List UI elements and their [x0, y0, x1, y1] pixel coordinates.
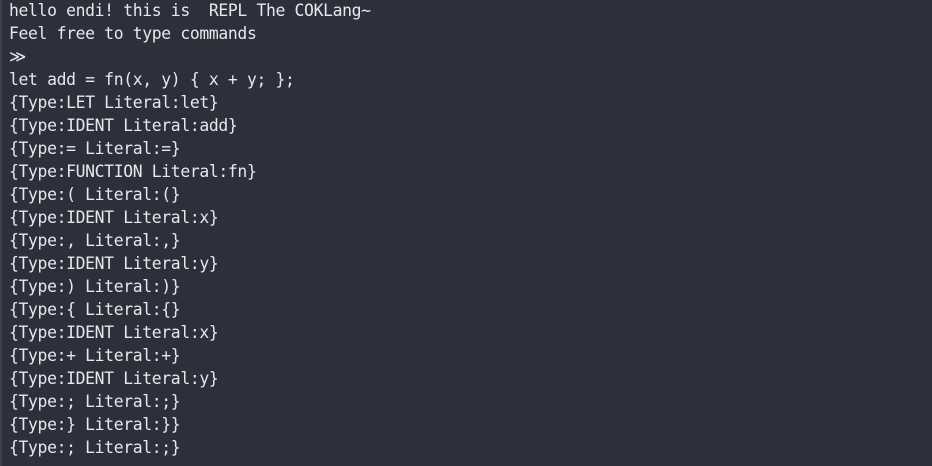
- token-output-line: {Type:IDENT Literal:x}: [9, 323, 219, 342]
- token-output-line: {Type:, Literal:,}: [9, 231, 181, 250]
- input-command-line: let add = fn(x, y) { x + y; };: [9, 70, 295, 89]
- token-output-line: {Type:{ Literal:{}: [9, 300, 181, 319]
- greeting-line: hello endi! this is REPL The COKLang~: [9, 1, 371, 20]
- token-output-line: {Type:= Literal:=}: [9, 139, 181, 158]
- token-output-line: {Type:IDENT Literal:y}: [9, 369, 219, 388]
- token-output-line: {Type:IDENT Literal:y}: [9, 254, 219, 273]
- token-output-line: {Type:IDENT Literal:add}: [9, 116, 238, 135]
- instruction-line: Feel free to type commands: [9, 24, 257, 43]
- token-output-line: {Type:) Literal:)}: [9, 277, 181, 296]
- terminal-output: hello endi! this is REPL The COKLang~ Fe…: [9, 0, 371, 466]
- token-output-line: {Type:( Literal:(}: [9, 185, 181, 204]
- token-output-line: {Type:LET Literal:let}: [9, 93, 219, 112]
- token-output-line: {Type:; Literal:;}: [9, 438, 181, 457]
- token-output-line: {Type:FUNCTION Literal:fn}: [9, 162, 257, 181]
- token-output-line: {Type:IDENT Literal:x}: [9, 208, 219, 227]
- token-output-line: {Type:; Literal:;}: [9, 392, 181, 411]
- prompt-line[interactable]: ≫: [9, 459, 371, 466]
- token-output-line: {Type:} Literal:}}: [9, 415, 181, 434]
- prompt-line: ≫: [9, 47, 26, 66]
- terminal-window[interactable]: hello endi! this is REPL The COKLang~ Fe…: [0, 0, 932, 466]
- token-output-line: {Type:+ Literal:+}: [9, 346, 181, 365]
